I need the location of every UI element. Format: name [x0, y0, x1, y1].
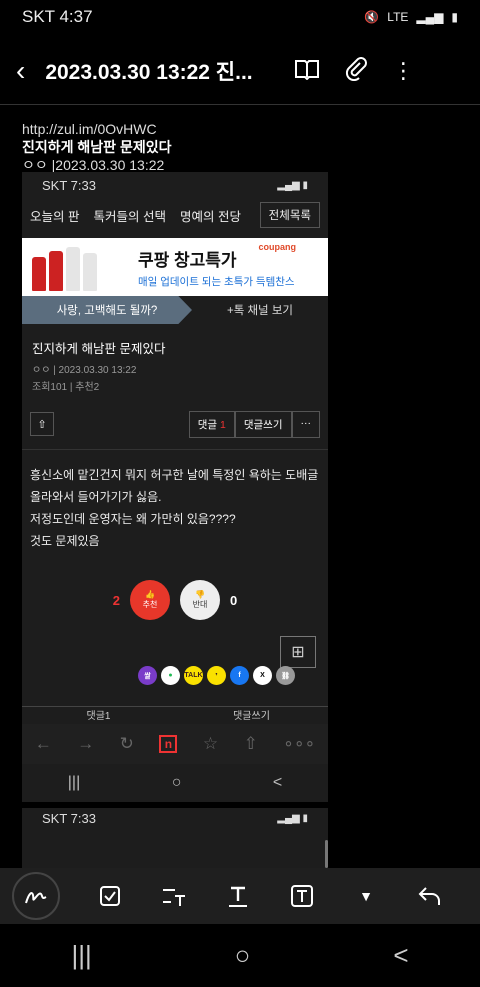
thumbs-up-icon: 👍	[145, 590, 155, 599]
bookmark-icon[interactable]: ⊞	[280, 636, 316, 668]
ssul-share-icon[interactable]: 쌀	[138, 666, 157, 685]
comment-count: 1	[220, 418, 226, 431]
facebook-share-icon[interactable]: f	[230, 666, 249, 685]
more-button[interactable]: ···	[291, 410, 320, 438]
scrollbar[interactable]	[325, 840, 328, 868]
share-buttons: 쌀 ● TALK ❜ f X ⛓	[138, 666, 295, 685]
embedded-screenshot-2[interactable]: SKT 7:33 ▂▄▆ ▮	[22, 808, 328, 868]
up-count: 2	[112, 592, 120, 608]
editor-toolbar: ▼	[0, 868, 480, 924]
comment-bar: 댓글1 댓글쓰기	[22, 706, 328, 724]
recents-icon[interactable]: |||	[68, 774, 80, 792]
more-icon[interactable]: ∘∘∘	[283, 734, 315, 754]
kakaotalk-share-icon[interactable]: TALK	[184, 666, 203, 685]
up-label: 추천	[142, 600, 158, 609]
body-line: 올라와서 들어가기가 싫음.	[30, 490, 162, 504]
comment-button[interactable]: 댓글 1	[188, 410, 235, 438]
channel-bar: 사랑, 고백해도 될까? +톡 채널 보기	[22, 296, 328, 324]
text-format-icon[interactable]	[142, 884, 206, 908]
checkbox-icon[interactable]	[78, 884, 142, 908]
paperclip-icon[interactable]	[344, 56, 368, 86]
carrier-time: SKT 4:37	[22, 7, 93, 26]
post-body: 흥신소에 맡긴건지 뭐지 허구한 날에 특정인 욕하는 도배글 올라와서 들어가…	[22, 450, 328, 566]
forward-arrow-icon[interactable]: →	[77, 734, 94, 754]
thumbs-down-icon: 👎	[195, 590, 205, 599]
naver-icon[interactable]: n	[159, 735, 178, 753]
text-underline-icon[interactable]	[206, 884, 270, 908]
ad-brand: coupang	[258, 242, 297, 252]
network-label: LTE	[387, 10, 409, 24]
band-share-icon[interactable]: ●	[161, 666, 180, 685]
channel-link[interactable]: +톡 채널 보기	[192, 296, 328, 324]
ad-subtitle: 매일 업데이트 되는 초특가 득템찬스	[138, 275, 295, 288]
tab-talkers[interactable]: 톡커들의 선택	[93, 206, 165, 225]
system-nav: ||| ○ <	[0, 924, 480, 987]
ad-banner[interactable]: 쿠팡 창고특가 매일 업데이트 되는 초특가 득템찬스 coupang	[22, 238, 328, 296]
battery-icon: ▮	[451, 10, 458, 24]
recents-icon[interactable]: |||	[71, 940, 91, 971]
embedded-status-bar: SKT 7:33 ▂▄▆ ▮	[42, 810, 308, 826]
embedded-system-nav: ||| ○ <	[22, 764, 328, 802]
pen-icon[interactable]	[12, 872, 60, 920]
post-stats: 조회101 | 추천2	[32, 382, 100, 393]
embedded-tabs: 오늘의 판 톡커들의 선택 명예의 전당 전체목록	[22, 198, 328, 232]
embedded-time: SKT 7:33	[42, 810, 96, 826]
note-url[interactable]: http://zul.im/0OvHWC	[22, 120, 171, 138]
vote-area: 2 👍 추천 👎 반대 0	[22, 580, 328, 620]
write-tab[interactable]: 댓글쓰기	[175, 707, 328, 724]
comment-label: 댓글	[197, 418, 218, 431]
divider	[0, 104, 480, 105]
back-icon[interactable]: <	[393, 940, 408, 971]
home-icon[interactable]: ○	[235, 940, 251, 971]
body-line: 것도 문제있음	[30, 534, 100, 548]
note-heading: 진지하게 해남판 문제있다	[22, 139, 172, 155]
embedded-time: SKT 7:33	[42, 177, 96, 193]
back-arrow-icon[interactable]: ←	[35, 734, 52, 754]
refresh-icon[interactable]: ↻	[120, 734, 134, 754]
back-icon[interactable]: <	[273, 774, 282, 792]
post-header: 진지하게 해남판 문제있다 ㅇㅇ | 2023.03.30 13:22 조회10…	[22, 324, 328, 393]
undo-icon[interactable]	[398, 884, 462, 908]
body-line: 저정도인데 운영자는 왜 가만히 있음????	[30, 512, 236, 526]
share-icon[interactable]: ⇧	[244, 734, 258, 754]
tab-today[interactable]: 오늘의 판	[30, 206, 79, 225]
signal-icon: ▂▄▆	[416, 10, 444, 24]
x-share-icon[interactable]: X	[253, 666, 272, 685]
app-header: ‹ 2023.03.30 13:22 진... ⋮	[0, 40, 480, 102]
note-text: http://zul.im/0OvHWC 진지하게 해남판 문제있다 ㅇㅇ |2…	[22, 120, 171, 174]
post-author-date: ㅇㅇ | 2023.03.30 13:22	[32, 365, 137, 376]
tab-hall[interactable]: 명예의 전당	[180, 206, 241, 225]
note-title: 2023.03.30 13:22 진...	[45, 61, 253, 84]
tab-all[interactable]: 전체목록	[259, 202, 320, 228]
ad-product-image	[32, 243, 122, 291]
body-line: 흥신소에 맡긴건지 뭐지 허구한 날에 특정인 욕하는 도배글	[30, 468, 319, 482]
channel-title[interactable]: 사랑, 고백해도 될까?	[22, 296, 192, 324]
star-icon[interactable]: ☆	[203, 734, 218, 754]
status-bar: SKT 4:37 🔇 LTE ▂▄▆ ▮	[0, 0, 480, 34]
book-icon[interactable]	[294, 58, 320, 85]
link-share-icon[interactable]: ⛓	[276, 666, 295, 685]
text-box-icon[interactable]	[270, 884, 334, 908]
post-actions: ⇧ 댓글 1 댓글쓰기 ···	[30, 410, 328, 438]
share-icon[interactable]: ⇧	[30, 412, 54, 436]
down-count: 0	[230, 592, 238, 608]
dropdown-icon[interactable]: ▼	[334, 888, 398, 904]
embedded-status-bar: SKT 7:33 ▂▄▆ ▮	[42, 177, 308, 193]
home-icon[interactable]: ○	[172, 774, 182, 792]
downvote-button[interactable]: 👎 반대	[180, 580, 220, 620]
back-icon[interactable]: ‹	[16, 55, 25, 87]
write-comment-button[interactable]: 댓글쓰기	[234, 410, 292, 438]
more-icon[interactable]: ⋮	[392, 58, 414, 84]
mute-icon: 🔇	[364, 10, 380, 24]
post-title: 진지하게 해남판 문제있다	[32, 342, 166, 356]
kakaostory-share-icon[interactable]: ❜	[207, 666, 226, 685]
comment-tab[interactable]: 댓글1	[22, 707, 175, 724]
browser-nav: ← → ↻ n ☆ ⇧ ∘∘∘	[22, 724, 328, 764]
upvote-button[interactable]: 👍 추천	[130, 580, 170, 620]
embedded-screenshot[interactable]: SKT 7:33 ▂▄▆ ▮ 오늘의 판 톡커들의 선택 명예의 전당 전체목록 …	[22, 172, 328, 802]
down-label: 반대	[192, 600, 208, 609]
